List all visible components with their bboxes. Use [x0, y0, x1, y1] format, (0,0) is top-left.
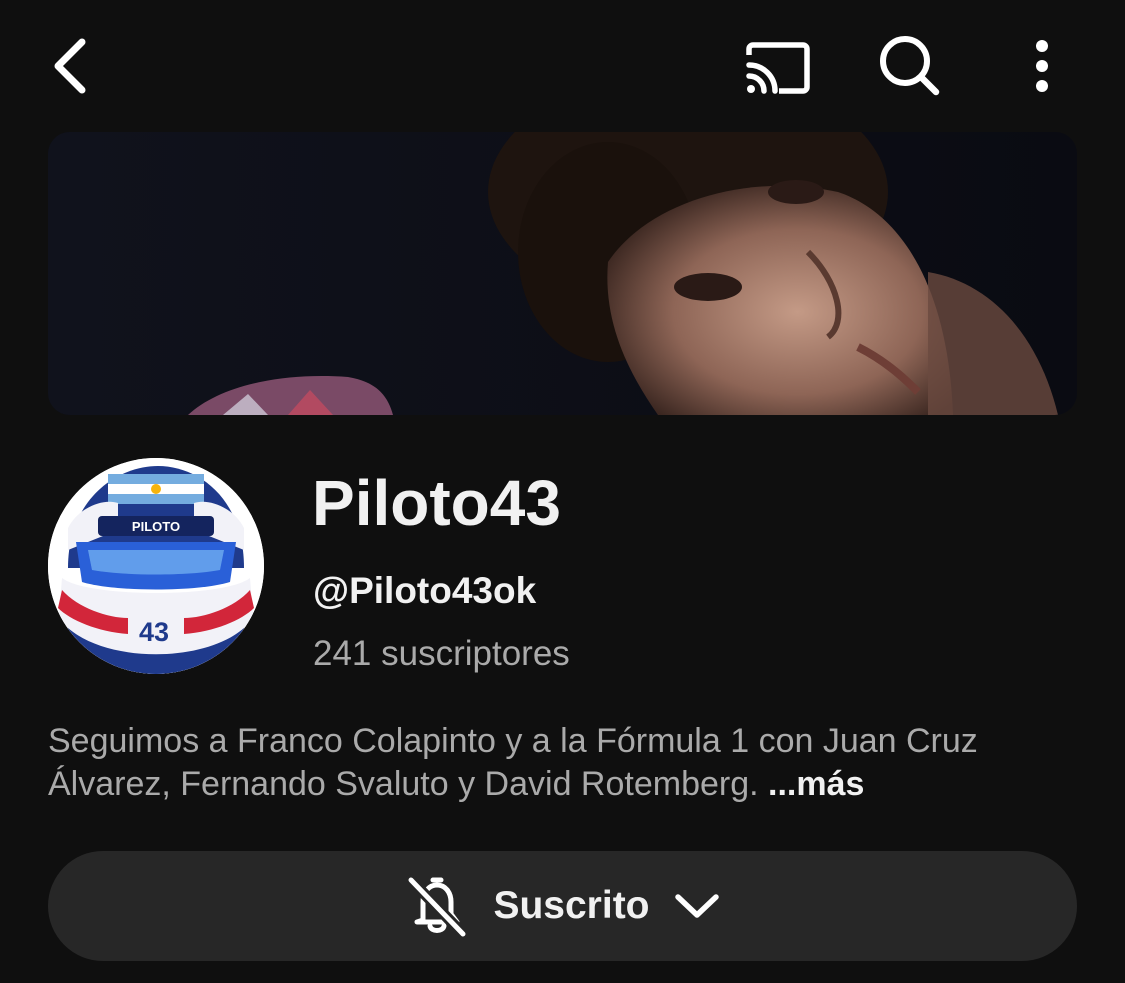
bell-off-icon [403, 872, 471, 940]
helmet-number-text: 43 [139, 617, 169, 647]
cast-icon [746, 42, 810, 94]
subscriber-count: 241 suscriptores [313, 634, 570, 673]
chevron-down-icon [672, 889, 722, 923]
channel-banner [48, 132, 1077, 415]
search-icon [880, 36, 940, 96]
more-vertical-icon [1036, 40, 1048, 92]
search-button[interactable] [870, 30, 950, 102]
helmet-avatar-image: PILOTO 43 [48, 458, 264, 674]
channel-handle: @Piloto43ok [313, 570, 537, 611]
more-options-button[interactable] [1015, 30, 1069, 102]
top-app-bar [0, 0, 1125, 132]
back-arrow-icon [54, 38, 86, 94]
banner-photo [48, 132, 1077, 415]
subscribed-button[interactable]: Suscrito [48, 851, 1077, 961]
subscribed-label: Suscrito [493, 884, 650, 927]
helmet-brand-text: PILOTO [132, 519, 180, 534]
cast-button[interactable] [735, 32, 819, 104]
channel-name: Piloto43 [312, 467, 561, 539]
channel-avatar[interactable]: PILOTO 43 [48, 458, 264, 674]
back-button[interactable] [40, 30, 100, 102]
channel-description[interactable]: Seguimos a Franco Colapinto y a la Fórmu… [48, 720, 1088, 806]
more-link[interactable]: ...más [768, 765, 864, 803]
